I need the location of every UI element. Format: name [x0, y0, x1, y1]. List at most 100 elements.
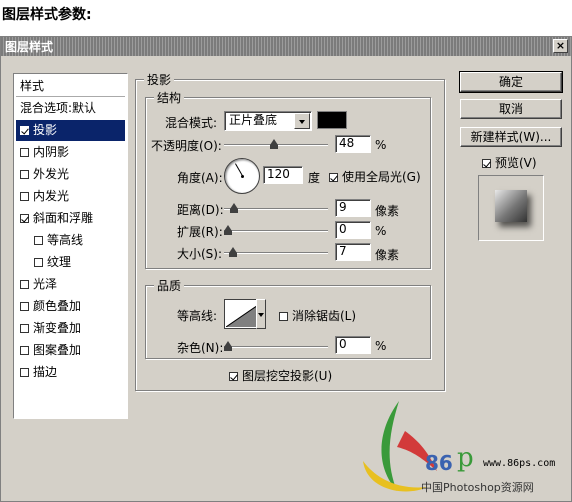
- angle-dial[interactable]: [224, 158, 260, 194]
- style-item-outer-glow[interactable]: 外发光: [16, 164, 125, 185]
- antialias-check[interactable]: [279, 312, 288, 321]
- style-item-texture[interactable]: 纹理: [16, 252, 125, 273]
- style-item-label: 纹理: [47, 255, 72, 269]
- knockout-label: 图层挖空投影(U): [242, 369, 333, 383]
- antialias-label: 消除锯齿(L): [292, 309, 357, 323]
- noise-slider[interactable]: [224, 341, 328, 353]
- dialog-titlebar[interactable]: 图层样式 ×: [1, 37, 571, 56]
- style-item-stroke[interactable]: 描边: [16, 362, 125, 383]
- style-checkbox-color-overlay[interactable]: [20, 302, 29, 311]
- blend-mode-label: 混合模式:: [165, 116, 218, 130]
- global-light-label: 使用全局光(G): [342, 170, 421, 184]
- noise-unit: %: [375, 339, 387, 353]
- opacity-label: 不透明度(O):: [151, 139, 222, 153]
- angle-label: 角度(A):: [177, 171, 223, 185]
- spread-slider[interactable]: [224, 225, 328, 237]
- style-list-header[interactable]: 样式: [16, 76, 125, 97]
- blend-mode-select[interactable]: 正片叠底: [224, 111, 312, 131]
- chevron-down-icon[interactable]: [294, 113, 310, 129]
- angle-dial-center: [241, 175, 244, 178]
- antialias-checkbox[interactable]: 消除锯齿(L): [279, 307, 356, 324]
- preview-label: 预览(V): [495, 156, 537, 170]
- distance-label: 距离(D):: [177, 203, 224, 217]
- blend-mode-value: 正片叠底: [229, 113, 278, 127]
- quality-title: 品质: [154, 277, 185, 294]
- distance-input[interactable]: 9: [335, 199, 371, 217]
- preview-checkbox[interactable]: 预览(V): [482, 154, 537, 171]
- close-button[interactable]: ×: [553, 39, 568, 53]
- knockout-check[interactable]: [229, 372, 238, 381]
- style-item-label: 斜面和浮雕: [33, 211, 94, 225]
- size-input[interactable]: 7: [335, 243, 371, 261]
- style-checkbox-pattern-overlay[interactable]: [20, 346, 29, 355]
- style-list: 样式 混合选项:默认 投影 内阴影 外发光 内发光 斜面和浮雕 等高线 纹理 光…: [13, 73, 128, 419]
- preview-check[interactable]: [482, 159, 491, 168]
- dialog-title: 图层样式: [5, 40, 54, 54]
- contour-label: 等高线:: [177, 309, 218, 323]
- logo-text: 86: [425, 451, 453, 475]
- style-item-drop-shadow[interactable]: 投影: [16, 120, 125, 141]
- slider-thumb[interactable]: [229, 247, 238, 257]
- contour-dropdown-button[interactable]: [256, 299, 266, 329]
- slider-track: [224, 346, 328, 348]
- size-slider[interactable]: [224, 247, 328, 259]
- style-item-inner-glow[interactable]: 内发光: [16, 186, 125, 207]
- style-checkbox-inner-glow[interactable]: [20, 192, 29, 201]
- slider-thumb[interactable]: [224, 225, 233, 235]
- style-preview: [478, 175, 544, 241]
- style-item-label: 颜色叠加: [33, 299, 82, 313]
- global-light-checkbox[interactable]: 使用全局光(G): [329, 168, 421, 185]
- opacity-unit: %: [375, 138, 387, 152]
- drop-shadow-title: 投影: [144, 71, 175, 88]
- style-item-color-overlay[interactable]: 颜色叠加: [16, 296, 125, 317]
- noise-input[interactable]: 0: [335, 336, 371, 354]
- style-item-label: 外发光: [33, 167, 70, 181]
- shadow-color-swatch[interactable]: [317, 111, 347, 129]
- ok-button[interactable]: 确定: [459, 71, 563, 93]
- style-checkbox-texture[interactable]: [34, 258, 43, 267]
- style-checkbox-stroke[interactable]: [20, 368, 29, 377]
- style-checkbox-bevel-emboss[interactable]: [20, 214, 29, 223]
- style-item-pattern-overlay[interactable]: 图案叠加: [16, 340, 125, 361]
- style-item-bevel-emboss[interactable]: 斜面和浮雕: [16, 208, 125, 229]
- style-checkbox-drop-shadow[interactable]: [20, 126, 29, 135]
- style-checkbox-satin[interactable]: [20, 280, 29, 289]
- slider-track: [224, 252, 328, 254]
- new-style-button[interactable]: 新建样式(W)...: [460, 127, 562, 147]
- style-item-label: 投影: [33, 123, 58, 137]
- style-checkbox-outer-glow[interactable]: [20, 170, 29, 179]
- spread-input[interactable]: 0: [335, 221, 371, 239]
- cancel-button[interactable]: 取消: [460, 99, 562, 119]
- style-item-gradient-overlay[interactable]: 渐变叠加: [16, 318, 125, 339]
- watermark-name: 中国Photoshop资源网: [421, 481, 534, 494]
- size-label: 大小(S):: [177, 247, 223, 261]
- preview-square: [495, 190, 527, 222]
- slider-thumb[interactable]: [230, 203, 239, 213]
- knockout-checkbox[interactable]: 图层挖空投影(U): [229, 367, 332, 384]
- style-item-label: 描边: [33, 365, 58, 379]
- style-item-satin[interactable]: 光泽: [16, 274, 125, 295]
- angle-unit: 度: [308, 171, 321, 185]
- global-light-check[interactable]: [329, 173, 338, 182]
- opacity-slider[interactable]: [224, 139, 328, 151]
- style-item-label: 内阴影: [33, 145, 70, 159]
- blend-options-item[interactable]: 混合选项:默认: [16, 98, 125, 119]
- distance-slider[interactable]: [224, 203, 328, 215]
- slider-thumb[interactable]: [270, 139, 279, 149]
- noise-label: 杂色(N):: [177, 341, 224, 355]
- distance-unit: 像素: [375, 204, 400, 218]
- opacity-input[interactable]: 48: [335, 135, 371, 153]
- style-checkbox-gradient-overlay[interactable]: [20, 324, 29, 333]
- spread-label: 扩展(R):: [177, 225, 223, 239]
- close-icon: ×: [555, 39, 566, 52]
- style-item-label: 内发光: [33, 189, 70, 203]
- style-checkbox-contour[interactable]: [34, 236, 43, 245]
- style-item-label: 等高线: [47, 233, 84, 247]
- page-heading: 图层样式参数:: [2, 7, 92, 23]
- slider-thumb[interactable]: [224, 341, 233, 351]
- style-item-inner-shadow[interactable]: 内阴影: [16, 142, 125, 163]
- angle-input[interactable]: 120: [263, 166, 303, 184]
- layer-style-dialog: 图层样式 × 样式 混合选项:默认 投影 内阴影 外发光 内发光 斜面和浮雕 等…: [0, 36, 572, 502]
- style-item-contour[interactable]: 等高线: [16, 230, 125, 251]
- style-checkbox-inner-shadow[interactable]: [20, 148, 29, 157]
